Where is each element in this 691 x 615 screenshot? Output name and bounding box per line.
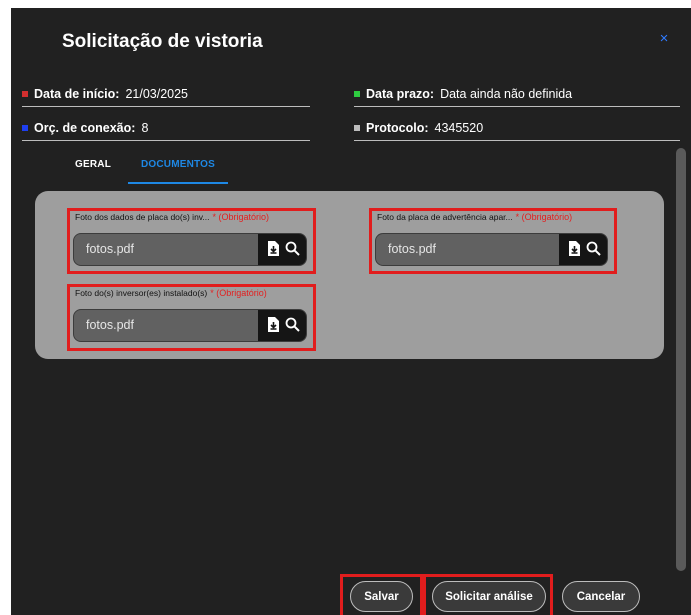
file-download-icon[interactable] <box>267 241 279 261</box>
field-label: Foto do(s) inversor(es) instalado(s) * (O… <box>75 288 267 298</box>
search-icon[interactable] <box>285 241 300 261</box>
info-start-date: Data de início: 21/03/2025 <box>22 84 310 107</box>
scrollbar[interactable] <box>676 148 686 571</box>
tab-documentos[interactable]: DOCUMENTOS <box>128 156 228 184</box>
document-field-plate-data: Foto dos dados de placa do(s) inv... * (O… <box>67 208 316 274</box>
connection-marker <box>22 124 28 131</box>
dialog-title: Solicitação de vistoria <box>62 31 263 52</box>
request-analysis-button[interactable]: Solicitar análise <box>432 581 546 612</box>
deadline-value: Data ainda não definida <box>440 87 573 101</box>
protocol-label: Protocolo: <box>366 121 429 135</box>
deadline-label: Data prazo: <box>366 87 435 101</box>
file-name: fotos.pdf <box>86 242 134 256</box>
tab-geral[interactable]: GERAL <box>58 156 128 182</box>
file-input[interactable]: fotos.pdf <box>73 309 307 342</box>
file-name: fotos.pdf <box>86 318 134 332</box>
info-connection-quote: Orç. de conexão: 8 <box>22 118 310 141</box>
search-icon[interactable] <box>285 317 300 337</box>
field-label: Foto dos dados de placa do(s) inv... * (O… <box>75 212 270 222</box>
document-field-warning-plate: Foto da placa de advertência apar... * (O… <box>369 208 617 274</box>
protocol-marker <box>354 124 360 131</box>
info-protocol: Protocolo: 4345520 <box>354 118 680 141</box>
document-field-installed-inverters: Foto do(s) inversor(es) instalado(s) * (O… <box>67 284 316 351</box>
inspection-request-dialog: Solicitação de vistoria × Data de início… <box>11 8 691 615</box>
file-input[interactable]: fotos.pdf <box>375 233 608 266</box>
deadline-marker <box>354 90 360 97</box>
protocol-value: 4345520 <box>434 121 484 135</box>
file-download-icon[interactable] <box>568 241 580 261</box>
connection-label: Orç. de conexão: <box>34 121 136 135</box>
connection-value: 8 <box>141 121 149 135</box>
cancel-button[interactable]: Cancelar <box>562 581 640 612</box>
search-icon[interactable] <box>586 241 601 261</box>
documents-panel: Foto dos dados de placa do(s) inv... * (O… <box>35 191 664 359</box>
start-date-marker <box>22 90 28 97</box>
start-date-label: Data de início: <box>34 87 120 101</box>
file-download-icon[interactable] <box>267 317 279 337</box>
field-label: Foto da placa de advertência apar... * (O… <box>377 212 573 222</box>
save-button[interactable]: Salvar <box>350 581 413 612</box>
file-name: fotos.pdf <box>388 242 436 256</box>
info-deadline: Data prazo: Data ainda não definida <box>354 84 680 107</box>
file-input[interactable]: fotos.pdf <box>73 233 307 266</box>
start-date-value: 21/03/2025 <box>125 87 188 101</box>
close-icon[interactable]: × <box>657 31 671 46</box>
